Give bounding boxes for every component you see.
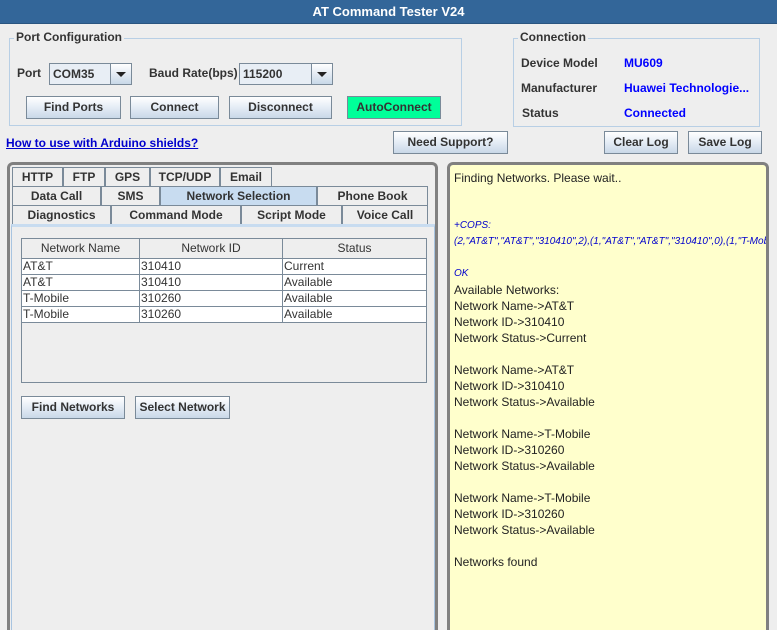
- log-line: Network Name->AT&T: [454, 363, 575, 377]
- table-row[interactable]: AT&T 310410 Available: [22, 275, 426, 291]
- baud-rate-select-value: 115200: [240, 64, 312, 84]
- column-header-network-id[interactable]: Network ID: [140, 239, 283, 258]
- manufacturer-value: Huawei Technologie...: [624, 81, 750, 95]
- table-row[interactable]: T-Mobile 310260 Available: [22, 291, 426, 307]
- window-title: AT Command Tester V24: [0, 0, 777, 24]
- find-ports-button[interactable]: Find Ports: [26, 96, 121, 119]
- autoconnect-button[interactable]: AutoConnect: [347, 96, 441, 119]
- cell-network-name: T-Mobile: [22, 307, 140, 322]
- arduino-help-link[interactable]: How to use with Arduino shields?: [6, 136, 198, 150]
- log-line: Network Name->T-Mobile: [454, 427, 591, 441]
- cell-network-id: 310260: [140, 307, 283, 322]
- tab-ftp[interactable]: FTP: [63, 167, 105, 186]
- baud-rate-select[interactable]: 115200: [239, 63, 333, 85]
- column-header-network-name[interactable]: Network Name: [22, 239, 140, 258]
- manufacturer-label: Manufacturer: [521, 81, 598, 95]
- tab-data-call[interactable]: Data Call: [12, 186, 101, 205]
- table-row[interactable]: T-Mobile 310260 Available: [22, 307, 426, 323]
- log-line: Network Name->T-Mobile: [454, 491, 591, 505]
- log-line: Network ID->310260: [454, 443, 565, 457]
- cell-network-id: 310410: [140, 275, 283, 290]
- cell-network-id: 310410: [140, 259, 283, 274]
- log-line: Network Status->Current: [454, 331, 587, 345]
- tab-email[interactable]: Email: [220, 167, 272, 186]
- cell-status: Available: [284, 307, 333, 321]
- network-table-header: Network Name Network ID Status: [22, 239, 426, 259]
- log-line: Network Name->AT&T: [454, 299, 575, 313]
- tab-tcp-udp[interactable]: TCP/UDP: [150, 167, 220, 186]
- select-network-button[interactable]: Select Network: [135, 396, 230, 419]
- tab-gps[interactable]: GPS: [105, 167, 150, 186]
- baud-rate-label: Baud Rate(bps): [149, 66, 238, 80]
- network-table[interactable]: Network Name Network ID Status AT&T 3104…: [21, 238, 427, 383]
- status-label: Status: [522, 106, 559, 120]
- device-model-label: Device Model: [521, 56, 598, 70]
- cell-network-name: AT&T: [22, 259, 140, 274]
- port-select[interactable]: COM35: [49, 63, 132, 85]
- connection-title: Connection: [518, 30, 588, 44]
- log-line: Network Status->Available: [454, 523, 595, 537]
- log-line: Network ID->310410: [454, 379, 565, 393]
- chevron-down-icon[interactable]: [312, 64, 332, 84]
- status-value: Connected: [624, 106, 687, 120]
- cell-status: Available: [284, 275, 333, 289]
- log-line: Network Status->Available: [454, 459, 595, 473]
- cell-status: Current: [284, 259, 325, 273]
- clear-log-button[interactable]: Clear Log: [604, 131, 678, 154]
- chevron-down-icon[interactable]: [111, 64, 131, 84]
- port-label: Port: [17, 66, 41, 80]
- device-model-value: MU609: [624, 56, 663, 70]
- tab-http[interactable]: HTTP: [12, 167, 63, 186]
- column-header-status[interactable]: Status: [283, 239, 426, 258]
- cell-network-id: 310260: [140, 291, 283, 306]
- log-command-response-line: +COPS:: [454, 220, 491, 231]
- cell-network-name: T-Mobile: [22, 291, 140, 306]
- tab-voice-call[interactable]: Voice Call: [342, 205, 428, 224]
- connect-button[interactable]: Connect: [130, 96, 219, 119]
- tab-phone-book[interactable]: Phone Book: [317, 186, 428, 205]
- log-line: Network Status->Available: [454, 395, 595, 409]
- find-networks-button[interactable]: Find Networks: [21, 396, 125, 419]
- port-select-value: COM35: [50, 64, 111, 84]
- tab-diagnostics[interactable]: Diagnostics: [12, 205, 111, 224]
- log-line: Network ID->310410: [454, 315, 565, 329]
- log-command-response-line: (2,"AT&T","AT&T","310410",2),(1,"AT&T","…: [454, 236, 769, 247]
- log-command-response-line: OK: [454, 268, 469, 279]
- tab-network-selection[interactable]: Network Selection: [160, 186, 317, 205]
- table-row[interactable]: AT&T 310410 Current: [22, 259, 426, 275]
- log-line: Network ID->310260: [454, 507, 565, 521]
- window-edge: [769, 162, 777, 630]
- disconnect-button[interactable]: Disconnect: [229, 96, 332, 119]
- tab-script-mode[interactable]: Script Mode: [241, 205, 342, 224]
- cell-network-name: AT&T: [22, 275, 140, 290]
- tab-sms[interactable]: SMS: [101, 186, 160, 205]
- log-output[interactable]: Finding Networks. Please wait.. +COPS: (2,…: [447, 162, 769, 630]
- cell-status: Available: [284, 291, 333, 305]
- log-line: Finding Networks. Please wait..: [454, 171, 622, 185]
- save-log-button[interactable]: Save Log: [688, 131, 762, 154]
- tab-command-mode[interactable]: Command Mode: [111, 205, 241, 224]
- log-line: Networks found: [454, 555, 538, 569]
- log-line: Available Networks:: [454, 283, 560, 297]
- need-support-button[interactable]: Need Support?: [393, 131, 508, 154]
- port-configuration-title: Port Configuration: [14, 30, 124, 44]
